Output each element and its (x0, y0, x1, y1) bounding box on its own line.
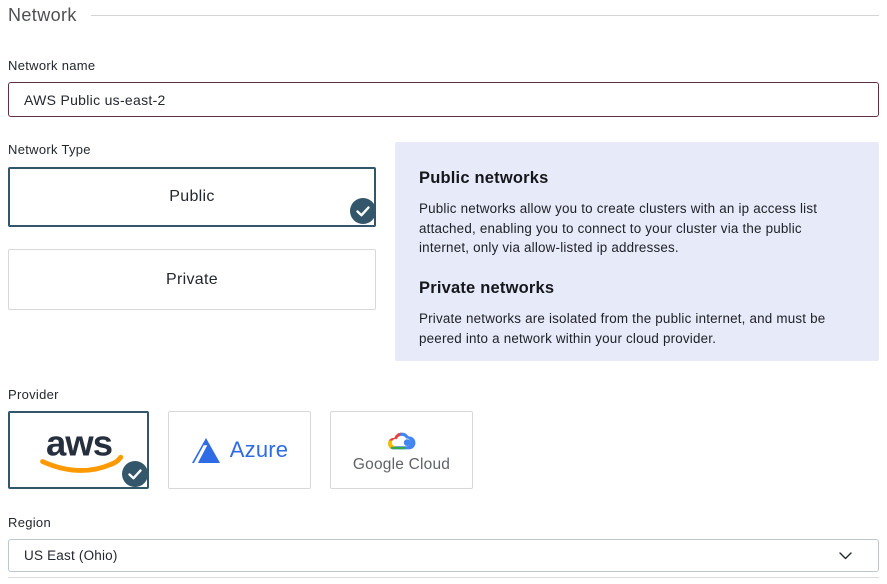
azure-logo-icon (191, 437, 221, 464)
network-type-label: Network Type (8, 142, 376, 157)
network-type-option-public[interactable]: Public (8, 167, 376, 227)
info-body-private: Private networks are isolated from the p… (419, 309, 855, 348)
network-type-row: Network Type Public Private Public netwo… (8, 142, 879, 361)
network-type-option-label: Public (169, 188, 214, 206)
region-label: Region (8, 515, 879, 530)
provider-option-aws[interactable]: aws (8, 411, 149, 489)
network-type-info-panel: Public networks Public networks allow yo… (395, 142, 879, 361)
network-type-group: Network Type Public Private (8, 142, 376, 310)
selected-check-icon (122, 461, 148, 487)
provider-options: aws Azure (8, 411, 879, 489)
info-heading-private: Private networks (419, 279, 855, 298)
network-type-option-private[interactable]: Private (8, 249, 376, 310)
provider-label: Provider (8, 387, 879, 402)
info-body-public: Public networks allow you to create clus… (419, 199, 855, 258)
network-name-input[interactable] (8, 82, 879, 117)
section-divider (91, 15, 879, 16)
region-select[interactable]: US East (Ohio) (8, 539, 879, 572)
aws-logo-icon: aws (31, 421, 127, 479)
chevron-down-icon (839, 552, 852, 560)
info-heading-public: Public networks (419, 169, 855, 188)
google-cloud-logo-text: Google Cloud (353, 456, 450, 474)
region-selected-value: US East (Ohio) (24, 548, 118, 563)
google-cloud-logo-icon (385, 427, 419, 452)
bottom-divider (8, 577, 879, 578)
provider-option-azure[interactable]: Azure (168, 411, 311, 489)
svg-text:aws: aws (45, 423, 111, 464)
network-name-label: Network name (8, 58, 879, 73)
network-type-option-label: Private (166, 271, 218, 289)
provider-option-google-cloud[interactable]: Google Cloud (330, 411, 473, 489)
network-form: Network Network name Network Type Public… (0, 0, 887, 584)
selected-check-icon (350, 198, 376, 224)
section-header: Network (8, 0, 879, 26)
page-title: Network (8, 5, 77, 26)
azure-logo-text: Azure (230, 437, 288, 463)
